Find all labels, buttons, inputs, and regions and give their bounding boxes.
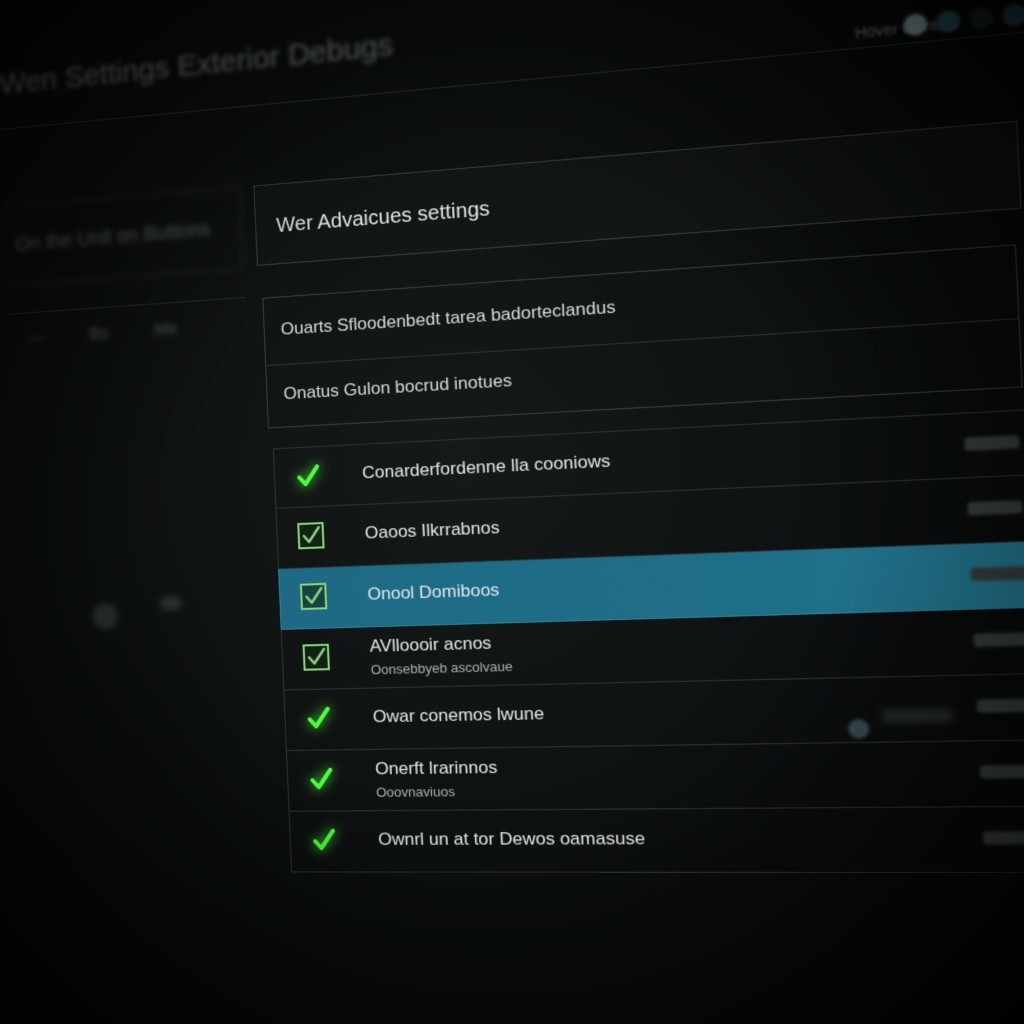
page-title: Wer Advaicues settings [275, 197, 491, 238]
check-icon[interactable] [295, 462, 322, 490]
sidebar-tab-2[interactable]: Bo [89, 325, 109, 344]
option-label: Owar conemos lwune [372, 703, 545, 727]
radio-label-placeholder [882, 708, 953, 724]
option-value-placeholder [964, 435, 1020, 451]
monitor-screen: Wen Settings Exterior Debugs Hover Contr… [0, 0, 1024, 1024]
settings-panel: Wer Advaicues settings Ouarts Sfloodenbe… [253, 120, 1024, 893]
window-control-dot-3[interactable] [968, 6, 994, 31]
option-label: AVlloooir acnos [369, 633, 492, 656]
sidebar-handle[interactable] [159, 595, 182, 611]
options-list: Conarderfordenne lla cooniows Oaoos Ilkrr… [272, 408, 1024, 874]
window-control-dot-1[interactable] [903, 12, 928, 37]
app-title: Wen Settings Exterior Debugs [0, 28, 394, 101]
check-icon[interactable] [305, 705, 332, 732]
sidebar: On the Unit on Buttons — Bo Me [4, 186, 266, 792]
option-label: Conarderfordenne lla cooniows [361, 450, 611, 483]
window-controls [903, 2, 1024, 37]
checkbox-checked-icon[interactable] [299, 582, 328, 611]
option-sublabel: Ooovnaviuos [375, 783, 456, 800]
sidebar-header[interactable]: On the Unit on Buttons [4, 186, 245, 287]
option-label: Oaoos Ilkrrabnos [364, 517, 500, 543]
sidebar-knob[interactable] [92, 602, 119, 630]
info-line-2: Onatus Gulon bocrud inotues [283, 370, 513, 404]
option-value-placeholder [973, 632, 1024, 647]
option-value-placeholder [982, 831, 1024, 845]
settings-window: Wen Settings Exterior Debugs Hover Contr… [0, 0, 1024, 1024]
panel-header: Wer Advaicues settings [253, 120, 1022, 266]
info-line-1: Ouarts Sfloodenbedt tarea badorteclandus [280, 296, 616, 339]
option-row[interactable]: Onerft lrarinnos Ooovnaviuos [285, 740, 1024, 812]
sidebar-tab-3[interactable]: Me [154, 321, 176, 340]
option-value-placeholder [976, 698, 1024, 713]
check-icon[interactable] [308, 766, 335, 793]
option-label: Onool Domiboos [367, 579, 500, 604]
option-value-placeholder [967, 500, 1023, 516]
option-sublabel: Oonsebbyeb ascolvaue [370, 658, 513, 678]
option-row[interactable]: Ownrl un at tor Dewos oamasuse [288, 806, 1024, 874]
window-control-dot-4[interactable] [1002, 2, 1024, 28]
option-value-placeholder [979, 764, 1024, 779]
option-value-placeholder [970, 566, 1024, 582]
info-block: Ouarts Sfloodenbedt tarea badorteclandus… [262, 244, 1023, 429]
checkbox-checked-icon[interactable] [297, 521, 325, 550]
sidebar-tabs: — Bo Me [9, 298, 248, 367]
option-label: Ownrl un at tor Dewos oamasuse [377, 828, 646, 849]
title-bar: Wen Settings Exterior Debugs Hover Contr… [0, 0, 1024, 131]
option-label: Onerft lrarinnos [374, 757, 498, 779]
checkbox-checked-icon[interactable] [302, 643, 330, 671]
check-icon[interactable] [310, 827, 338, 853]
sidebar-tab-1[interactable]: — [29, 330, 45, 349]
window-control-dot-2[interactable] [935, 9, 961, 34]
